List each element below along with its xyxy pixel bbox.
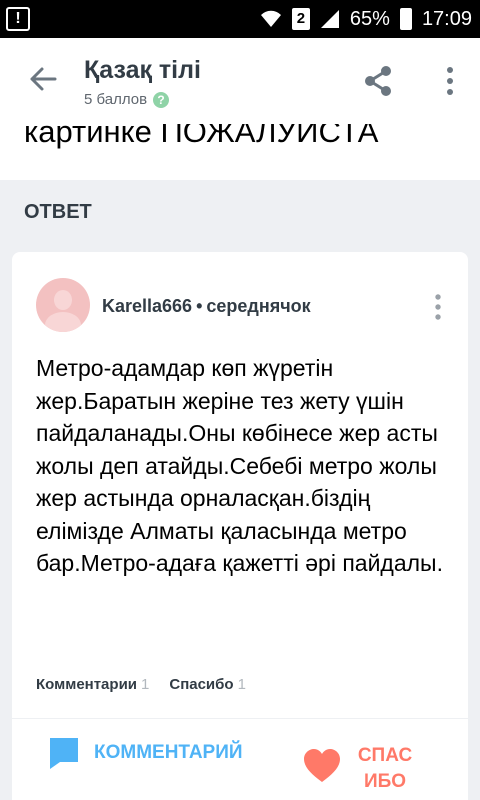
author-rank: середнячок: [206, 296, 311, 316]
status-bar: ! 2 65% 17:09: [0, 0, 480, 38]
author-name[interactable]: Karella666: [102, 296, 192, 316]
help-icon[interactable]: ?: [153, 91, 170, 108]
divider: [12, 718, 468, 719]
author-separator: •: [196, 296, 203, 316]
battery-percent: 65%: [349, 7, 390, 30]
avatar[interactable]: [36, 278, 90, 332]
more-options-icon[interactable]: [440, 66, 460, 96]
answer-text: Метро-адамдар көп жүретін жер.Баратын же…: [36, 355, 443, 576]
back-arrow-icon[interactable]: [28, 64, 58, 94]
answer-stats: Комментарии 1 Спасибо 1: [36, 676, 246, 693]
sim-indicator: 2: [291, 8, 310, 30]
thanks-link[interactable]: Спасибо 1: [169, 676, 246, 693]
signal-icon: [320, 10, 339, 28]
heart-icon[interactable]: [302, 748, 342, 784]
question-text: картинке ПОЖАЛУИСТА: [24, 124, 379, 149]
wifi-icon: [260, 10, 281, 27]
app-header: Қазақ тілі 5 баллов ?: [0, 38, 480, 124]
comment-button-label: КОММЕНТАРИЙ: [94, 742, 243, 763]
points-label: 5 баллов: [84, 91, 148, 108]
comments-count: 1: [141, 676, 150, 693]
page-title: Қазақ тілі: [84, 56, 201, 84]
comment-button[interactable]: КОММЕНТАРИЙ: [48, 736, 243, 770]
battery-icon: [399, 8, 412, 30]
thanks-count: 1: [237, 676, 246, 693]
notification-alert-icon: !: [6, 7, 30, 31]
author-line: Karella666 • середнячок: [102, 296, 311, 317]
clock: 17:09: [421, 7, 472, 30]
thanks-button-label[interactable]: СПАСИБО: [352, 743, 418, 795]
share-icon[interactable]: [362, 64, 394, 98]
answer-heading: ОТВЕТ: [24, 201, 92, 223]
points-info: 5 баллов ?: [84, 91, 170, 108]
comment-bubble-icon: [50, 738, 78, 769]
question-block: картинке ПОЖАЛУИСТА: [0, 124, 480, 180]
answer-card: Karella666 • середнячок Метро-адамдар көп …: [12, 252, 468, 800]
comments-link[interactable]: Комментарии 1: [36, 676, 149, 693]
answer-more-options-icon[interactable]: [432, 294, 444, 320]
